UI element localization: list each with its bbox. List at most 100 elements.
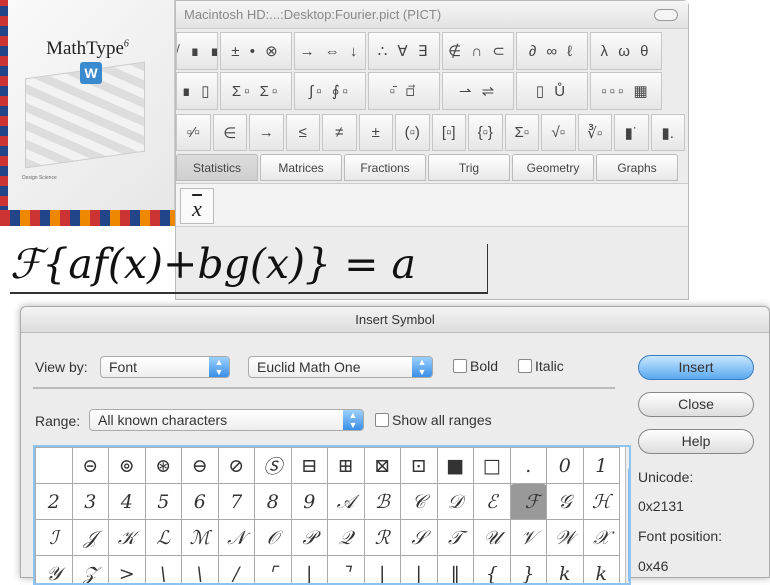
symbol-cell[interactable]: ℬ bbox=[364, 484, 401, 520]
symbol-cell[interactable]: 𝒜 bbox=[328, 484, 365, 520]
template-button[interactable]: ▫⁄▫ bbox=[176, 114, 211, 151]
symbol-cell[interactable]: ℛ bbox=[364, 520, 401, 556]
palette-button[interactable]: ▫▫▫ ▦ bbox=[590, 72, 662, 110]
symbol-cell[interactable]: 𝒫 bbox=[291, 520, 328, 556]
symbol-cell[interactable]: ⊞ bbox=[328, 448, 365, 484]
symbol-cell[interactable]: ⊖ bbox=[182, 448, 219, 484]
tab-statistics[interactable]: Statistics bbox=[176, 154, 258, 181]
symbol-cell[interactable]: ⊘ bbox=[218, 448, 255, 484]
symbol-cell[interactable]: > bbox=[109, 556, 146, 585]
symbol-cell[interactable]: 9 bbox=[291, 484, 328, 520]
template-button[interactable]: Σ▫ bbox=[505, 114, 540, 151]
symbol-cell[interactable]: 6 bbox=[182, 484, 219, 520]
symbol-cell[interactable]: 3 bbox=[72, 484, 109, 520]
palette-button[interactable]: ∴ ∀ ∃ bbox=[368, 32, 440, 70]
symbol-cell[interactable]: \ bbox=[182, 556, 219, 585]
palette-button[interactable]: λ ω θ bbox=[590, 32, 662, 70]
symbol-cell[interactable]: □ bbox=[474, 448, 511, 484]
symbol-cell[interactable]: 𝒴 bbox=[36, 556, 73, 585]
symbol-cell[interactable]: ⊚ bbox=[109, 448, 146, 484]
symbol-cell[interactable]: } bbox=[510, 556, 547, 585]
symbol-cell[interactable]: ⊠ bbox=[364, 448, 401, 484]
symbol-cell[interactable]: ℋ bbox=[583, 484, 620, 520]
window-titlebar[interactable]: Macintosh HD:...:Desktop:Fourier.pict (P… bbox=[176, 1, 688, 29]
symbol-cell[interactable]: 𝒲 bbox=[547, 520, 584, 556]
symbol-cell[interactable]: ⊟ bbox=[291, 448, 328, 484]
symbol-cell[interactable]: k bbox=[583, 556, 620, 585]
symbol-cell[interactable]: 𝒮 bbox=[401, 520, 438, 556]
tab-matrices[interactable]: Matrices bbox=[260, 154, 342, 181]
symbol-cell[interactable]: 𝒯 bbox=[437, 520, 474, 556]
tab-fractions[interactable]: Fractions bbox=[344, 154, 426, 181]
tab-trig[interactable]: Trig bbox=[428, 154, 510, 181]
symbol-cell[interactable]: ℐ bbox=[36, 520, 73, 556]
template-button[interactable]: → bbox=[249, 114, 284, 151]
symbol-cell[interactable]: 𝒱 bbox=[510, 520, 547, 556]
x-bar-template-button[interactable]: x bbox=[180, 188, 214, 224]
palette-button[interactable]: ∉ ∩ ⊂ bbox=[442, 32, 514, 70]
symbol-cell[interactable]: 7 bbox=[218, 484, 255, 520]
symbol-cell[interactable]: / bbox=[218, 556, 255, 585]
symbol-cell[interactable]: ⌝ bbox=[328, 556, 365, 585]
symbol-cell[interactable]: ⊝ bbox=[72, 448, 109, 484]
symbol-cell[interactable]: . bbox=[510, 448, 547, 484]
template-button[interactable]: ≤ bbox=[286, 114, 321, 151]
font-select[interactable]: Euclid Math One▲▼ bbox=[248, 356, 433, 378]
symbol-cell[interactable]: 𝒪 bbox=[255, 520, 292, 556]
symbol-cell[interactable]: ℱ bbox=[510, 484, 547, 520]
symbol-cell[interactable]: ‖ bbox=[437, 556, 474, 585]
symbol-cell[interactable]: 𝒥 bbox=[72, 520, 109, 556]
symbol-cell[interactable]: Ⓢ bbox=[255, 448, 292, 484]
palette-button[interactable]: ∂ ∞ ℓ bbox=[516, 32, 588, 70]
help-button[interactable]: Help bbox=[638, 429, 754, 454]
scrollbar-thumb[interactable] bbox=[628, 465, 631, 585]
palette-button[interactable]: √ ∎ ∎ bbox=[176, 32, 218, 70]
symbol-cell[interactable]: { bbox=[474, 556, 511, 585]
palette-button[interactable]: ▯ Ů bbox=[516, 72, 588, 110]
symbol-cell[interactable]: ℒ bbox=[145, 520, 182, 556]
symbol-cell[interactable]: 0 bbox=[547, 448, 584, 484]
symbol-cell[interactable]: 8 bbox=[255, 484, 292, 520]
template-button[interactable]: √▫ bbox=[541, 114, 576, 151]
insert-button[interactable]: Insert bbox=[638, 355, 754, 380]
template-button[interactable]: ▮˙ bbox=[614, 114, 649, 151]
view-by-select[interactable]: Font▲▼ bbox=[100, 356, 230, 378]
symbol-cell[interactable]: \ bbox=[145, 556, 182, 585]
equation[interactable]: ℱ{af(x)+bg(x)} = a bbox=[10, 234, 488, 294]
symbol-cell[interactable]: ℰ bbox=[474, 484, 511, 520]
symbol-cell[interactable]: 𝒞 bbox=[401, 484, 438, 520]
tab-geometry[interactable]: Geometry bbox=[512, 154, 594, 181]
tab-graphs[interactable]: Graphs bbox=[596, 154, 678, 181]
symbol-cell[interactable]: 𝒬 bbox=[328, 520, 365, 556]
template-button[interactable]: (▫) bbox=[395, 114, 430, 151]
symbol-cell[interactable]: 𝒳 bbox=[583, 520, 620, 556]
show-all-ranges-checkbox[interactable]: Show all ranges bbox=[375, 412, 492, 428]
symbol-cell[interactable]: | bbox=[401, 556, 438, 585]
palette-button[interactable]: ∫▫ ∮▫ bbox=[294, 72, 366, 110]
symbol-cell[interactable]: 𝒩 bbox=[218, 520, 255, 556]
symbol-cell[interactable]: | bbox=[291, 556, 328, 585]
symbol-cell[interactable]: 5 bbox=[145, 484, 182, 520]
toolbar-toggle-button[interactable] bbox=[654, 9, 678, 21]
grid-scrollbar[interactable] bbox=[625, 447, 631, 585]
template-button[interactable]: ∛▫ bbox=[578, 114, 613, 151]
close-button[interactable]: Close bbox=[638, 392, 754, 417]
symbol-cell[interactable]: 1 bbox=[583, 448, 620, 484]
symbol-cell[interactable]: 𝒵 bbox=[72, 556, 109, 585]
symbol-cell[interactable]: k bbox=[547, 556, 584, 585]
symbol-cell[interactable]: 𝒟 bbox=[437, 484, 474, 520]
palette-button[interactable]: ▫̄ ▫⃗ bbox=[368, 72, 440, 110]
symbol-cell[interactable]: 2 bbox=[36, 484, 73, 520]
palette-button[interactable]: ± • ⊗ bbox=[220, 32, 292, 70]
range-select[interactable]: All known characters▲▼ bbox=[89, 409, 364, 431]
template-button[interactable]: ▮. bbox=[651, 114, 686, 151]
symbol-cell[interactable]: ⌜ bbox=[255, 556, 292, 585]
palette-button[interactable]: ⇀ ⇌ bbox=[442, 72, 514, 110]
template-button[interactable]: [▫] bbox=[432, 114, 467, 151]
italic-checkbox[interactable]: Italic bbox=[518, 358, 564, 374]
template-button[interactable]: ± bbox=[359, 114, 394, 151]
symbol-cell[interactable]: 4 bbox=[109, 484, 146, 520]
symbol-cell[interactable]: ℳ bbox=[182, 520, 219, 556]
bold-checkbox[interactable]: Bold bbox=[453, 358, 498, 374]
palette-button[interactable]: ∎ ▯ bbox=[176, 72, 218, 110]
